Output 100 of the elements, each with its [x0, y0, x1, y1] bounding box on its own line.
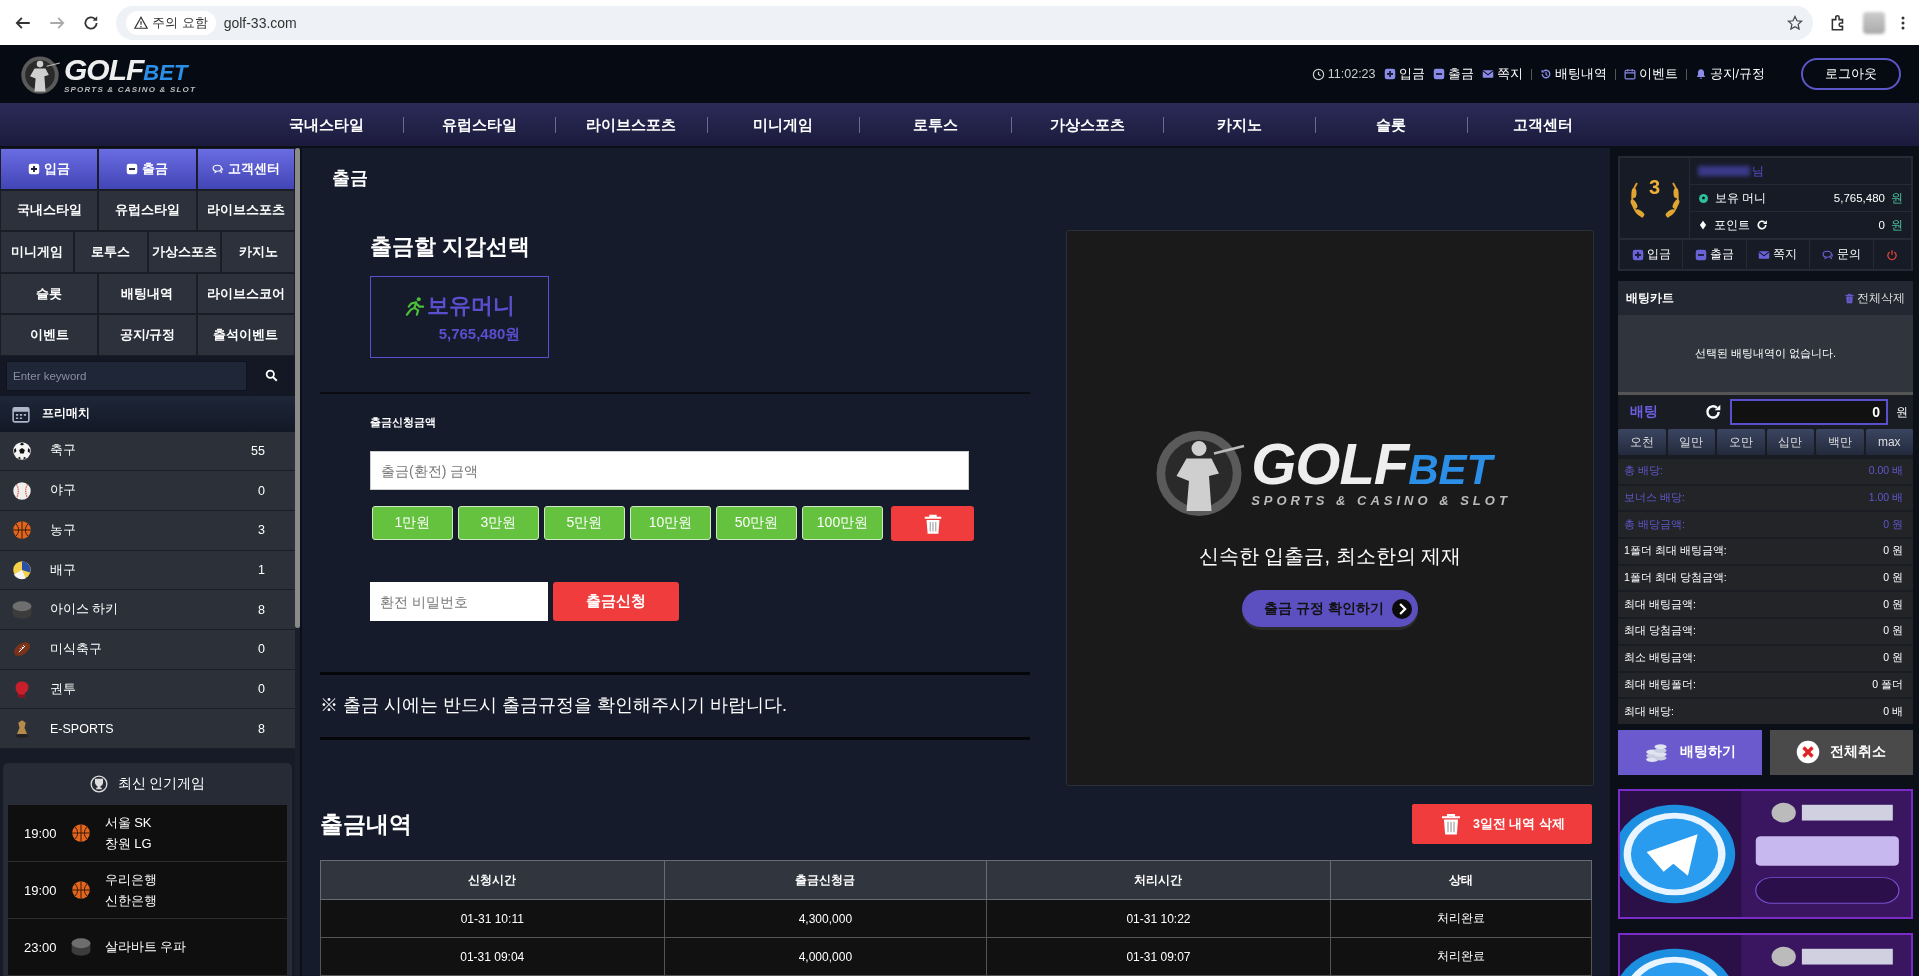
nav-tab[interactable]: 고객센터	[1466, 116, 1619, 133]
address-bar[interactable]: 주의 요함 golf-33.com	[116, 5, 1813, 40]
panel-title: 배팅카트	[1626, 290, 1674, 306]
menu-button[interactable]: 유럽스타일	[98, 189, 197, 232]
sport-item[interactable]: 야구 0	[0, 471, 295, 511]
stat-label: 총 배당금액:	[1624, 517, 1685, 532]
notice-text: ※ 출금 시에는 반드시 출금규정을 확인해주시기 바랍니다.	[320, 694, 788, 717]
minus-icon	[1432, 68, 1445, 80]
clear-button[interactable]	[891, 506, 974, 541]
password-field[interactable]: 환전 비밀번호	[370, 582, 548, 621]
currency-unit: 원	[1891, 217, 1903, 233]
stat-label: 최대 당첨금액:	[1624, 624, 1696, 639]
menu-button[interactable]: 출석이벤트	[196, 314, 295, 356]
reset-button[interactable]	[1704, 403, 1722, 421]
bet-label: 배팅	[1630, 403, 1659, 421]
wallet-name: 보유머니	[426, 291, 515, 320]
delete-history-button[interactable]: 3일전 내역 삭제	[1412, 804, 1592, 844]
sport-item[interactable]: E-SPORTS 8	[0, 709, 295, 750]
chip-button[interactable]: 오천	[1618, 429, 1666, 455]
nav-tab[interactable]: 국내스타일	[250, 116, 403, 133]
bookmark-star-icon[interactable]	[1787, 14, 1803, 31]
header-link[interactable]: 공지/규정	[1694, 65, 1765, 83]
plus-icon	[28, 162, 41, 175]
bell-icon	[1694, 68, 1707, 80]
menu-button[interactable]: 국내스타일	[0, 189, 99, 232]
sport-item[interactable]: 미식축구 0	[0, 630, 295, 670]
menu-button[interactable]: 배팅내역	[98, 272, 197, 315]
chip-button[interactable]: 십만	[1766, 429, 1814, 455]
cancel-all-button[interactable]: 전체취소	[1769, 729, 1913, 775]
menu-button[interactable]: 로투스	[73, 231, 148, 273]
sport-item[interactable]: 농구 3	[0, 511, 295, 551]
security-warning-chip[interactable]: 주의 요함	[126, 10, 216, 35]
menu-button[interactable]: 입금	[0, 148, 99, 190]
account-action-button[interactable]: 쪽지	[1746, 240, 1811, 269]
header-link[interactable]: 출금	[1432, 65, 1474, 83]
clear-all-button[interactable]: 전체삭제	[1844, 290, 1905, 306]
nav-tab[interactable]: 유럽스타일	[402, 116, 555, 133]
header-link[interactable]: 배팅내역	[1539, 65, 1607, 83]
account-action-button[interactable]: 입금	[1620, 240, 1684, 269]
header-link[interactable]: 입금	[1383, 65, 1425, 83]
power-icon	[1886, 248, 1899, 261]
menu-button[interactable]: 가상스포츠	[147, 231, 222, 273]
menu-button[interactable]: 이벤트	[0, 314, 99, 356]
sport-item[interactable]: 권투 0	[0, 669, 295, 710]
amount-field[interactable]: 출금(환전) 금액	[370, 451, 969, 490]
stat-value: 0 원	[1883, 651, 1903, 666]
nav-tab[interactable]: 가상스포츠	[1010, 116, 1163, 133]
game-row[interactable]: 19:00 우리은행 신한은행	[8, 862, 287, 920]
menu-button[interactable]: 라이브스포츠	[196, 189, 295, 232]
game-time: 19:00	[24, 825, 57, 841]
header-link[interactable]: 이벤트	[1623, 65, 1678, 83]
account-action-button[interactable]: 문의	[1810, 240, 1874, 269]
stat-value: 0.00 배	[1868, 464, 1903, 479]
table-cell: 4,000,000	[664, 937, 987, 976]
chip-button[interactable]: 일만	[1667, 429, 1715, 455]
menu-button[interactable]: 고객센터	[196, 148, 295, 190]
place-bet-button[interactable]: 배팅하기	[1618, 729, 1762, 775]
stat-value: 0 배	[1883, 704, 1903, 719]
sport-item[interactable]: 축구 55	[0, 431, 295, 472]
clock-time: 11:02:23	[1327, 67, 1376, 81]
submit-button[interactable]: 출금신청	[553, 582, 679, 621]
search-icon	[264, 369, 278, 383]
empty-message: 선택된 배팅내역이 없습니다.	[1618, 315, 1913, 395]
menu-button[interactable]: 카지노	[221, 231, 295, 273]
game-row[interactable]: 23:00 살라바트 우파	[8, 919, 287, 976]
menu-button[interactable]: 공지/규정	[98, 314, 197, 356]
header-link[interactable]: 쪽지	[1481, 65, 1523, 83]
search-field[interactable]: Enter keyword	[6, 360, 247, 391]
menu-button[interactable]: 출금	[98, 148, 197, 190]
scrollbar-thumb[interactable]	[295, 148, 300, 628]
sport-item[interactable]: 아이스 하키 8	[0, 590, 295, 630]
nav-tab[interactable]: 로투스	[858, 116, 1011, 133]
stat-label: 총 배당:	[1624, 464, 1663, 479]
menu-icon[interactable]	[1901, 14, 1905, 31]
nav-tab[interactable]: 카지노	[1162, 116, 1315, 133]
nav-tab[interactable]: 라이브스포츠	[554, 116, 707, 133]
menu-button[interactable]: 라이브스코어	[196, 272, 295, 315]
bet-amount-field[interactable]: 0	[1730, 399, 1888, 425]
hockey-puck-icon	[12, 599, 32, 620]
points-label: 포인트	[1714, 217, 1750, 233]
blurred-username	[1698, 166, 1750, 176]
logout-button[interactable]: 로그아웃	[1801, 58, 1901, 90]
chip-button[interactable]: 오만	[1717, 429, 1765, 455]
menu-button[interactable]: 미니게임	[0, 231, 74, 273]
nav-tab[interactable]: 미니게임	[706, 116, 859, 133]
sport-item[interactable]: 배구 1	[0, 550, 295, 591]
volleyball-icon	[12, 560, 32, 580]
chip-button[interactable]: 백만	[1816, 429, 1864, 455]
nav-tab[interactable]: 슬롯	[1314, 116, 1467, 133]
menu-button[interactable]: 슬롯	[0, 272, 99, 315]
baseball-icon	[12, 480, 32, 501]
page-title: 출금	[331, 167, 369, 190]
account-action-button[interactable]: 출금	[1683, 240, 1747, 269]
section-heading: 출금할 지갑선택	[370, 233, 532, 261]
logo-tagline: SPORTS & CASINO & SLOT	[64, 84, 197, 94]
stat-value: 0 폴더	[1872, 677, 1903, 692]
game-row[interactable]: 19:00 서울 SK 창원 LG	[8, 805, 287, 863]
refresh-button[interactable]	[1756, 219, 1768, 231]
chip-button[interactable]: max	[1865, 429, 1913, 455]
reload-icon[interactable]	[82, 13, 100, 32]
